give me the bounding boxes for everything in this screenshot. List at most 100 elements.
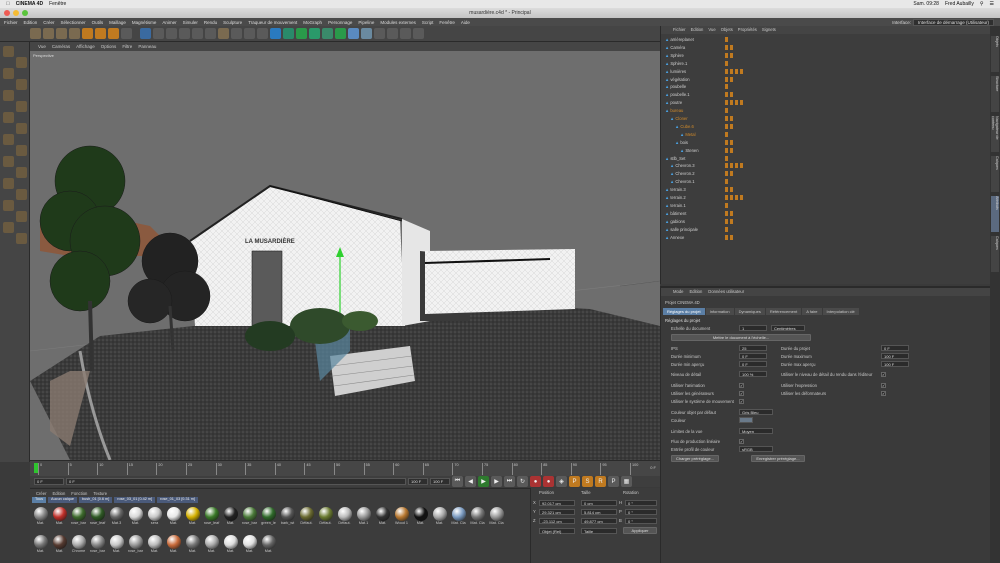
subdivide-icon[interactable] [283,28,294,39]
film-4-icon[interactable] [244,28,255,39]
side-tab-3[interactable]: Calques [991,156,999,192]
attribute-menu-1[interactable]: Edition [689,289,702,295]
viewport-menu-4[interactable]: Filtre [122,44,132,49]
material-icon[interactable] [387,28,398,39]
axis-icon[interactable] [3,134,14,145]
object-row[interactable]: ▲ Cloner [670,115,850,122]
coord-size-field[interactable]: 0 cm [581,500,617,506]
paint-icon[interactable] [3,222,14,233]
side-tab-0[interactable]: Objets [991,36,999,72]
material-swatch[interactable]: Mat. [203,534,220,560]
object-row[interactable]: ▲ végétation [665,76,845,83]
material-filter-2[interactable]: bush_01 [0.6 m] [79,497,113,503]
menu-14[interactable]: Pipeline [358,20,374,25]
use-motion-checkbox[interactable]: ✓ [739,399,744,404]
film-2-icon[interactable] [218,28,229,39]
menu-15[interactable]: Modules externes [380,20,416,25]
material-swatch[interactable]: green_le [260,506,277,532]
coord-rotation-field[interactable]: 0 ° [625,509,657,515]
cube-icon[interactable] [257,28,268,39]
camera-icon[interactable] [348,28,359,39]
pen-icon[interactable] [270,28,281,39]
material-swatch[interactable]: Mat. Cla [469,506,486,532]
scale-document-button[interactable]: Mettre le document à l'échelle... [671,334,811,341]
y-axis-icon[interactable] [108,28,119,39]
window-menu[interactable]: Fenêtre [49,1,66,7]
menu-4[interactable]: Outils [92,20,104,25]
app-menu[interactable]: CINEMA 4D [16,1,43,7]
go-start-icon[interactable]: ⏮ [452,476,463,487]
object-menu-3[interactable]: Objets [721,27,733,33]
object-row[interactable]: ▲ poubelle [665,83,845,90]
loop-icon[interactable]: ↻ [517,476,528,487]
view-clip-dropdown[interactable]: Moyen [739,428,773,434]
object-row[interactable]: ▲ salle principale [665,226,845,233]
menu-8[interactable]: Simuler [183,20,198,25]
timeline[interactable]: 0 5 10 15 20 25 30 35 40 45 50 55 60 65 70 75 80 85 90 95 10… [30,460,660,476]
object-row[interactable]: ▲ bâtiment [665,210,845,217]
object-row[interactable]: ▲ Stenen [680,147,860,154]
play-icon[interactable]: ▶ [478,476,489,487]
material-swatch[interactable]: Mat.3 [108,506,125,532]
points-mode-icon[interactable] [16,101,27,112]
record-icon[interactable]: ● [530,476,541,487]
position-key-icon[interactable]: P [569,476,580,487]
interface-selector[interactable]: Interface: Interface de démarrage (Utili… [892,18,1000,26]
material-filter-1[interactable]: Aucun calque [48,497,78,503]
material-filter-3[interactable]: rose_03_01 [0.42 m] [114,497,156,503]
interface-dropdown[interactable]: Interface de démarrage (Utilisateur) [912,18,994,26]
min-preview-field[interactable]: 0 F [739,361,767,367]
tag-icon[interactable] [374,28,385,39]
cloner-icon[interactable] [296,28,307,39]
x-axis-icon[interactable] [95,28,106,39]
material-filter-0[interactable]: Tous [32,497,47,503]
rotation-key-icon[interactable]: R [595,476,606,487]
material-swatch[interactable]: rose_leaf [89,506,106,532]
material-swatch[interactable]: Mat. Cla [450,506,467,532]
move-icon[interactable] [43,28,54,39]
menu-7[interactable]: Animer [162,20,176,25]
prev-frame-icon[interactable]: ◀ [465,476,476,487]
sculpt-icon[interactable] [16,211,27,222]
coord-size-dropdown[interactable]: Taille [581,528,617,534]
object-row[interactable]: ▲ Chevron.1 [670,178,850,185]
material-menu-2[interactable]: Fonction [71,491,87,496]
material-swatch[interactable]: Mat. [146,534,163,560]
object-row[interactable]: ▲ poutre [665,99,845,106]
viewport-menu-2[interactable]: Affichage [76,44,95,49]
model-mode-icon[interactable] [16,57,27,68]
list-icon[interactable]: ☰ [990,1,994,7]
minimize-icon[interactable] [13,10,19,16]
object-menu-1[interactable]: Edition [691,27,704,33]
object-row[interactable]: ▲ stlb_Set [665,155,845,162]
keyframe-icon[interactable] [192,28,203,39]
attribute-tab-2[interactable]: Dynamiques [734,308,765,315]
menu-16[interactable]: Script [422,20,434,25]
save-preset-button[interactable]: Enregistrer préréglage... [751,455,805,462]
z-axis-icon[interactable] [121,28,132,39]
attribute-tab-1[interactable]: Information [705,308,734,315]
material-swatch[interactable]: Chrome [70,534,87,560]
material-swatch[interactable]: Mat. [127,506,144,532]
coord-size-field[interactable]: 5.814 cm [581,509,617,515]
menu-2[interactable]: Créer [43,20,54,25]
preview-end-field[interactable]: 100 F [430,478,450,485]
lod-render-checkbox[interactable]: ✓ [881,372,886,377]
object-mode-icon[interactable] [3,68,14,79]
menu-12[interactable]: MoGraph [303,20,322,25]
lod-field[interactable]: 100 % [739,371,767,377]
material-swatch[interactable]: Mat. [51,506,68,532]
scale-key-icon[interactable]: S [582,476,593,487]
material-menu-3[interactable]: Texture [93,491,107,496]
menu-0[interactable]: Fichier [4,20,18,25]
duration-field[interactable]: 0 F [881,345,909,351]
material-swatch[interactable]: Mat. [32,506,49,532]
coord-position-field[interactable]: -23.112 cm [539,518,575,524]
menu-5[interactable]: Maillage [109,20,126,25]
user-menu[interactable]: Fred Aubailly [945,1,974,7]
material-filter-4[interactable]: rose_01_03 [0.31 m] [157,497,198,503]
menu-6[interactable]: Magnétisme [132,20,157,25]
side-tab-1[interactable]: Structure [991,76,999,112]
object-row[interactable]: ▲ bois [675,139,855,146]
attribute-tab-4[interactable]: A faire [802,308,822,315]
